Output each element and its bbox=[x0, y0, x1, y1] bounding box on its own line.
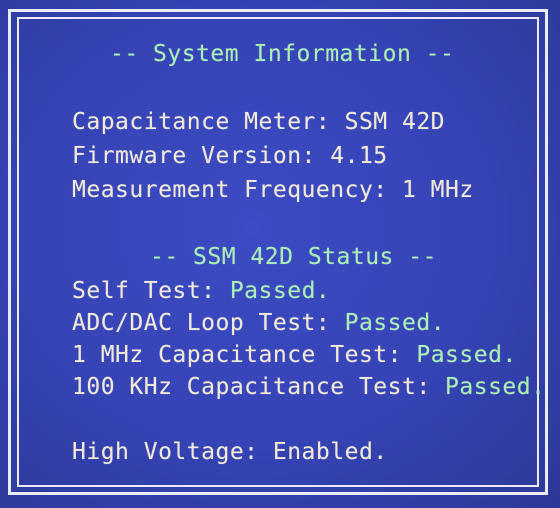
status-row-1mhz-capacitance-test: 1 MHz Capacitance Test: Passed. bbox=[72, 341, 517, 369]
status-row-self-test: Self Test: Passed. bbox=[72, 277, 330, 305]
bios-screen: -- System Information -- Capacitance Met… bbox=[0, 0, 560, 508]
test-label: ADC/DAC Loop Test: bbox=[72, 310, 345, 336]
test-label: Self Test: bbox=[72, 278, 230, 304]
status-row-adc-dac-loop-test: ADC/DAC Loop Test: Passed. bbox=[72, 309, 445, 337]
test-result: Passed. bbox=[445, 374, 546, 400]
test-result: Passed. bbox=[416, 342, 517, 368]
system-info-title: -- System Information -- bbox=[110, 41, 455, 67]
test-result: Passed. bbox=[344, 310, 446, 336]
measurement-frequency-line: Measurement Frequency: 1 MHz bbox=[72, 177, 474, 203]
status-row-100khz-capacitance-test: 100 KHz Capacitance Test: Passed. bbox=[72, 373, 545, 401]
status-title: -- SSM 42D Status -- bbox=[150, 244, 437, 270]
test-label: 1 MHz Capacitance Test: bbox=[72, 342, 417, 368]
high-voltage-line: High Voltage: Enabled. bbox=[72, 439, 388, 465]
meter-model-line: Capacitance Meter: SSM 42D bbox=[72, 109, 446, 135]
firmware-version-line: Firmware Version: 4.15 bbox=[72, 143, 388, 169]
test-result: Passed. bbox=[229, 278, 331, 304]
test-label: 100 KHz Capacitance Test: bbox=[72, 374, 446, 400]
